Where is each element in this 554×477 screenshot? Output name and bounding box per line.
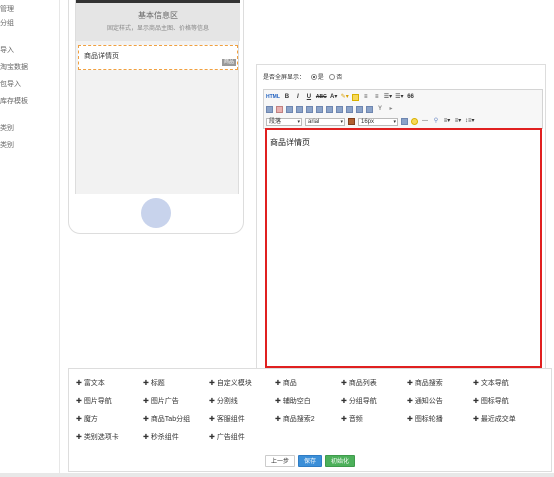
sidebar-item-category[interactable]: 类别 — [0, 140, 14, 150]
comp-text-nav[interactable]: 文本导航 — [473, 378, 509, 388]
font-color-button[interactable]: A▾ — [330, 93, 338, 102]
comp-icon-nav[interactable]: 图标导航 — [473, 396, 509, 406]
bold-button[interactable]: B — [283, 93, 291, 102]
comp-notice[interactable]: 通知公告 — [407, 396, 443, 406]
comp-group-nav[interactable]: 分组导航 — [341, 396, 377, 406]
insert-col-icon[interactable] — [296, 106, 303, 113]
delete-row-icon[interactable] — [306, 106, 313, 113]
product-detail-label: 商品详情页 — [84, 53, 119, 60]
underline-button[interactable]: U — [305, 93, 313, 102]
comp-product-search-2[interactable]: 商品搜索2 — [275, 414, 315, 424]
comp-spacer[interactable]: 辅助空白 — [275, 396, 311, 406]
comp-audio[interactable]: 音频 — [341, 414, 363, 424]
comp-image-ad[interactable]: 图片广告 — [143, 396, 179, 406]
editor-content-area[interactable]: 商品详情页 — [265, 128, 542, 368]
align-left-icon[interactable] — [351, 94, 359, 101]
editor-content-text: 商品详情页 — [270, 138, 310, 147]
highlight-color-button[interactable]: ✎▾ — [341, 93, 349, 102]
toolbar-row-3: 段落 arial 16px — ⚲ ≡▾ ≡▾ ↕≡▾ — [266, 116, 475, 127]
comp-title[interactable]: 标题 — [143, 378, 165, 388]
radio-no-icon[interactable] — [329, 73, 336, 80]
delete-col-icon[interactable] — [316, 106, 323, 113]
home-button-icon — [141, 198, 171, 228]
font-family-select[interactable]: arial — [305, 117, 345, 126]
fullscreen-option: 是否全屏显示： 是 否 — [263, 72, 342, 81]
sidebar-item-taobao[interactable]: 淘宝数据 — [0, 62, 28, 72]
comp-flash-sale[interactable]: 秒杀组件 — [143, 432, 179, 442]
basic-info-subtitle: 固定样式，显示商品主图、价格等信息 — [106, 26, 209, 32]
sidebar: 管理 分组 导入 淘宝数据 包导入 库存模板 类别 类别 — [0, 0, 60, 477]
phone-screen: 基本信息区 固定样式，显示商品主图、价格等信息 商品详情页 商品 — [75, 0, 240, 194]
sidebar-item-manage[interactable]: 管理 — [0, 4, 14, 14]
comp-product-list[interactable]: 商品列表 — [341, 378, 377, 388]
emotion-icon[interactable] — [411, 118, 418, 125]
comp-category-tab[interactable]: 类别选项卡 — [76, 432, 119, 442]
horizontal-rule-icon[interactable]: — — [421, 117, 429, 126]
comp-recent-orders[interactable]: 最近成交单 — [473, 414, 516, 424]
sidebar-item-category-header[interactable]: 类别 — [0, 123, 14, 133]
bottom-scrollbar[interactable] — [0, 473, 554, 477]
merge-down-icon[interactable] — [346, 106, 353, 113]
toolbar-row-2: Y ▸ — [266, 104, 395, 115]
editor-toolbar: HTML B I U ABC A▾ ✎▾ ≡ ≡ ☰▾ ☰▾ 66 Y ▸ 段落… — [263, 89, 543, 129]
italic-button[interactable]: I — [294, 93, 302, 102]
toolbar-row-1: HTML B I U ABC A▾ ✎▾ ≡ ≡ ☰▾ ☰▾ 66 — [266, 92, 415, 103]
initialize-button[interactable]: 初始化 — [325, 455, 355, 467]
split-cols-icon[interactable]: Y — [376, 105, 384, 114]
font-size-select[interactable]: 16px — [358, 117, 398, 126]
split-cells-icon[interactable] — [356, 106, 363, 113]
product-detail-module[interactable]: 商品详情页 商品 — [78, 45, 238, 70]
align-right-icon[interactable]: ≡ — [373, 93, 381, 102]
comp-ad[interactable]: 广告组件 — [209, 432, 245, 442]
basic-info-title: 基本信息区 — [138, 11, 178, 20]
row-spacing-bottom-icon[interactable]: ≡▾ — [454, 117, 462, 126]
radio-yes-label[interactable]: 是 — [318, 75, 324, 81]
comp-product[interactable]: 商品 — [275, 378, 297, 388]
merge-cells-icon[interactable] — [326, 106, 333, 113]
basic-info-area[interactable]: 基本信息区 固定样式，显示商品主图、价格等信息 — [76, 3, 240, 41]
comp-custom-module[interactable]: 自定义模块 — [209, 378, 252, 388]
sidebar-item-import[interactable]: 导入 — [0, 45, 14, 55]
cell-props-icon[interactable]: ▸ — [387, 105, 395, 114]
comp-rich-text[interactable]: 富文本 — [76, 378, 105, 388]
unordered-list-icon[interactable]: ☰▾ — [395, 93, 403, 102]
image-icon[interactable] — [401, 118, 408, 125]
ordered-list-icon[interactable]: ☰▾ — [384, 93, 392, 102]
delete-table-icon[interactable] — [276, 106, 283, 113]
row-spacing-top-icon[interactable]: ≡▾ — [443, 117, 451, 126]
paragraph-select[interactable]: 段落 — [266, 117, 302, 126]
merge-right-icon[interactable] — [336, 106, 343, 113]
sidebar-item-package-import[interactable]: 包导入 — [0, 79, 21, 89]
table-icon[interactable] — [266, 106, 273, 113]
prev-step-button[interactable]: 上一步 — [265, 455, 295, 467]
comp-product-search[interactable]: 商品搜索 — [407, 378, 443, 388]
comp-divider[interactable]: 分割线 — [209, 396, 238, 406]
phone-preview: 基本信息区 固定样式，显示商品主图、价格等信息 商品详情页 商品 — [68, 0, 244, 234]
comp-customer-service[interactable]: 客服组件 — [209, 414, 245, 424]
comp-icon-carousel[interactable]: 图标轮播 — [407, 414, 443, 424]
split-rows-icon[interactable] — [366, 106, 373, 113]
quote-icon[interactable]: 66 — [407, 93, 415, 102]
comp-product-tab-group[interactable]: 商品Tab分组 — [143, 414, 190, 424]
save-button[interactable]: 保存 — [298, 455, 322, 467]
source-button[interactable]: HTML — [266, 93, 280, 102]
link-icon[interactable]: ⚲ — [432, 117, 440, 126]
radio-no-label[interactable]: 否 — [336, 75, 342, 81]
radio-yes-icon[interactable] — [310, 73, 317, 80]
strikethrough-button[interactable]: ABC — [316, 93, 327, 102]
insert-row-icon[interactable] — [286, 106, 293, 113]
line-height-icon[interactable]: ↕≡▾ — [465, 117, 475, 126]
module-tag: 商品 — [222, 59, 236, 66]
fullscreen-label: 是否全屏显示： — [263, 75, 306, 81]
font-size-icon — [348, 118, 355, 125]
sidebar-item-stock-template[interactable]: 库存模板 — [0, 96, 28, 106]
comp-image-nav[interactable]: 图片导航 — [76, 396, 112, 406]
comp-cube[interactable]: 魔方 — [76, 414, 98, 424]
align-center-icon[interactable]: ≡ — [362, 93, 370, 102]
sidebar-item-group[interactable]: 分组 — [0, 18, 14, 28]
